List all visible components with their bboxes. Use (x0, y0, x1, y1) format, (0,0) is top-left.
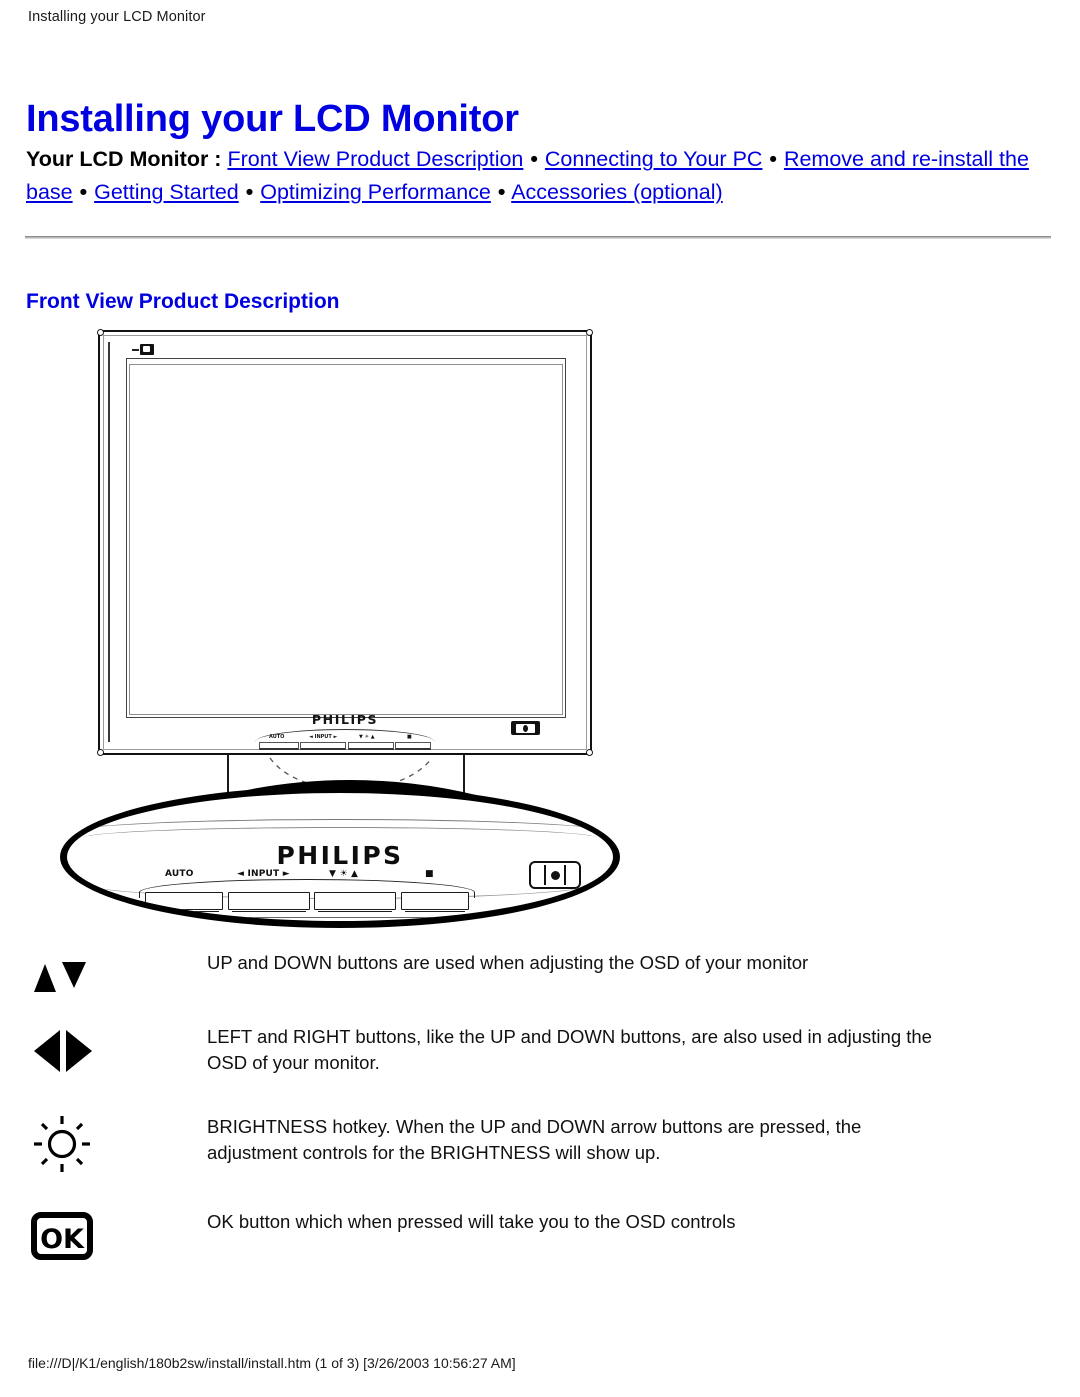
base-key-input[interactable] (227, 892, 310, 912)
nav-link-front-view-product-description[interactable]: Front View Product Description (227, 147, 523, 171)
nav-separator: • (79, 180, 88, 204)
svg-text:OK: OK (40, 1224, 85, 1255)
nav-link-accessories-optional[interactable]: Accessories (optional) (511, 180, 723, 204)
base-philips-wordmark: PHILIPS (276, 841, 404, 870)
base-key-auto[interactable] (145, 892, 223, 912)
base-key-row (145, 892, 469, 916)
base-power-button[interactable] (529, 861, 581, 889)
base-control-keys: AUTO ◄ INPUT ► ▼ ☀ ▲ ■ (133, 869, 495, 921)
base-key-label-ok: ■ (425, 869, 434, 879)
description-row-left-right: LEFT and RIGHT buttons, like the UP and … (0, 1024, 1080, 1114)
base-key-ok[interactable] (400, 892, 469, 912)
description-text: LEFT and RIGHT buttons, like the UP and … (207, 1026, 932, 1073)
description-text: BRIGHTNESS hotkey. When the UP and DOWN … (207, 1116, 862, 1163)
nav-link-optimizing-performance[interactable]: Optimizing Performance (260, 180, 491, 204)
nav-separator: • (497, 180, 506, 204)
base-key-brightness[interactable] (314, 892, 397, 912)
page-title: Installing your LCD Monitor (26, 98, 519, 141)
base-keys-underline (133, 917, 495, 918)
left-right-arrows-icon (30, 1024, 114, 1086)
nav-separator: • (769, 147, 777, 171)
nav-link-getting-started[interactable]: Getting Started (94, 180, 239, 204)
breadcrumb-label: Your LCD Monitor (26, 147, 209, 171)
base-key-label-brightness: ▼ ☀ ▲ (329, 869, 359, 879)
monitor-front-view-figure: PHILIPS AUTO ◄ INPUT ► ▼ ☀ ▲ ■ PHILIPS A… (60, 322, 640, 932)
monitor-base-magnified: PHILIPS AUTO ◄ INPUT ► ▼ ☀ ▲ ■ (60, 786, 620, 928)
button-descriptions-list: UP and DOWN buttons are used when adjust… (0, 950, 1080, 1283)
section-heading: Front View Product Description (26, 290, 340, 314)
description-text: OK button which when pressed will take y… (207, 1211, 736, 1232)
nav-separator: • (530, 147, 538, 171)
power-icon (544, 865, 566, 885)
base-key-label-auto: AUTO (165, 869, 194, 879)
breadcrumb: Your LCD Monitor : Front View Product De… (26, 143, 1046, 209)
ok-button-icon: OK (30, 1209, 114, 1271)
breadcrumb-colon: : (208, 147, 228, 171)
nav-link-connecting-to-your-pc[interactable]: Connecting to Your PC (545, 147, 763, 171)
nav-separator: • (245, 180, 254, 204)
description-row-ok: OK OK button which when pressed will tak… (0, 1209, 1080, 1283)
page-running-header: Installing your LCD Monitor (28, 9, 206, 25)
up-down-arrows-icon (30, 950, 114, 1012)
description-text: UP and DOWN buttons are used when adjust… (207, 952, 809, 973)
description-row-brightness: BRIGHTNESS hotkey. When the UP and DOWN … (0, 1114, 1080, 1209)
horizontal-rule (25, 236, 1051, 239)
power-icon-dot (550, 870, 560, 880)
base-key-label-input: ◄ INPUT ► (237, 869, 290, 879)
brightness-sun-icon (30, 1114, 114, 1176)
page-footer-path: file:///D|/K1/english/180b2sw/install/in… (28, 1355, 516, 1371)
description-row-up-down: UP and DOWN buttons are used when adjust… (0, 950, 1080, 1024)
